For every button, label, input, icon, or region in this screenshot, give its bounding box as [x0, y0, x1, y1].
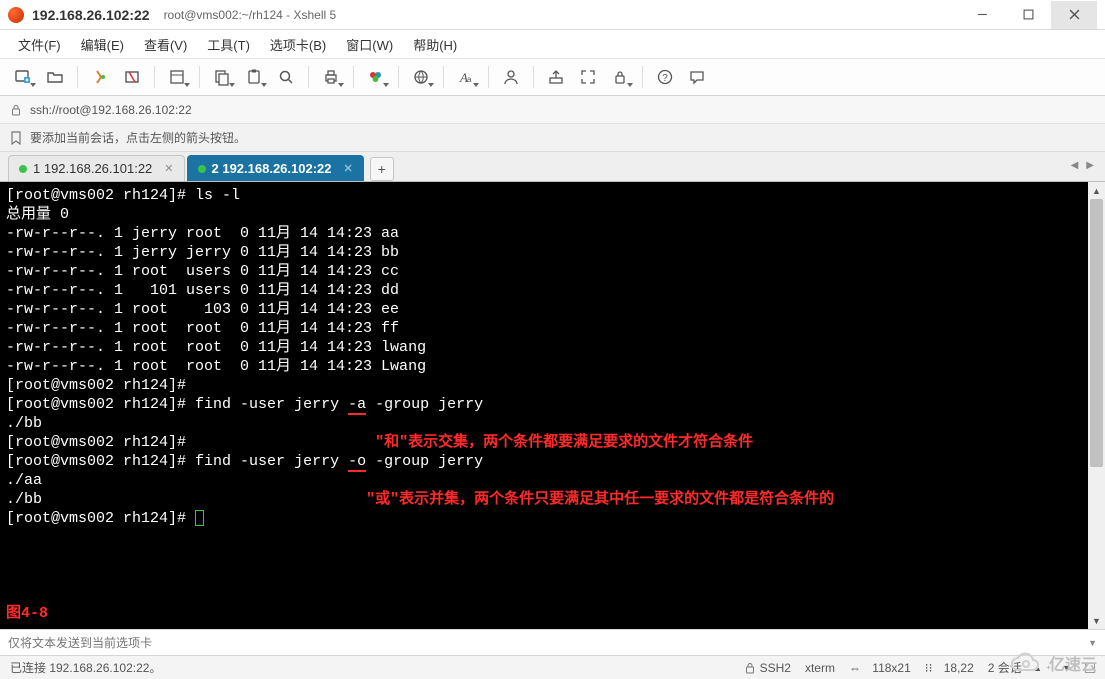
session-tab-1[interactable]: 1 192.168.26.101:22 ✕: [8, 155, 185, 181]
toolbar-separator: [488, 66, 489, 88]
close-button[interactable]: [1051, 1, 1097, 29]
window-subtitle: root@vms002:~/rh124 - Xshell 5: [164, 8, 337, 22]
tab-prev-icon[interactable]: ◀: [1068, 158, 1082, 173]
session-tab-2[interactable]: 2 192.168.26.102:22 ✕: [187, 155, 364, 181]
hint-text: 要添加当前会话，点击左侧的箭头按钮。: [30, 129, 246, 146]
maximize-button[interactable]: [1005, 1, 1051, 29]
session-tab-label: 1 192.168.26.101:22: [33, 161, 152, 176]
status-protocol: SSH2: [744, 661, 791, 675]
status-dot-icon: [198, 165, 206, 173]
status-term-type: xterm: [805, 661, 835, 675]
status-cursor-pos: ⁝⁝ 18,22: [925, 661, 974, 675]
menu-edit[interactable]: 编辑(E): [73, 32, 132, 57]
annotation-or: "或"表示并集，两个条件只要满足其中任一要求的文件都是符合条件的: [366, 491, 834, 508]
window-title: 192.168.26.102:22: [32, 7, 150, 23]
upload-button[interactable]: [541, 62, 571, 92]
reconnect-button[interactable]: [85, 62, 115, 92]
toolbar-separator: [199, 66, 200, 88]
copy-button[interactable]: [207, 62, 237, 92]
menu-tools[interactable]: 工具(T): [199, 32, 258, 57]
menu-view[interactable]: 查看(V): [136, 32, 195, 57]
add-tab-button[interactable]: +: [370, 157, 394, 181]
status-dot-icon: [19, 165, 27, 173]
tab-close-icon[interactable]: ✕: [344, 162, 353, 175]
status-connection: 已连接 192.168.26.102:22。: [10, 659, 161, 676]
status-sessions: 2 会话 ▲+ ▼: [988, 659, 1071, 676]
toolbar-separator: [533, 66, 534, 88]
menu-bar: 文件(F) 编辑(E) 查看(V) 工具(T) 选项卡(B) 窗口(W) 帮助(…: [0, 30, 1105, 58]
lock-icon: [10, 104, 22, 116]
address-text[interactable]: ssh://root@192.168.26.102:22: [30, 103, 1095, 117]
toolbar-separator: [398, 66, 399, 88]
svg-text:a: a: [467, 75, 472, 84]
svg-text:?: ?: [662, 73, 668, 84]
scroll-down-icon[interactable]: ▼: [1088, 612, 1105, 629]
address-bar: ssh://root@192.168.26.102:22: [0, 96, 1105, 124]
hint-bar: 要添加当前会话，点击左侧的箭头按钮。: [0, 124, 1105, 152]
fullscreen-button[interactable]: [573, 62, 603, 92]
lock-icon: [744, 662, 756, 674]
minimize-button[interactable]: [959, 1, 1005, 29]
send-dropdown-icon[interactable]: ▼: [1088, 638, 1097, 648]
paste-button[interactable]: [239, 62, 269, 92]
tab-next-icon[interactable]: ▶: [1083, 158, 1097, 173]
status-term-size: ⇔ 118x21: [849, 661, 911, 675]
toolbar-separator: [443, 66, 444, 88]
toolbar-separator: [77, 66, 78, 88]
send-bar: ▼: [0, 629, 1105, 655]
menu-window[interactable]: 窗口(W): [338, 32, 401, 57]
print-button[interactable]: [316, 62, 346, 92]
toolbar: Aa ?: [0, 58, 1105, 96]
lock-button[interactable]: [605, 62, 635, 92]
user-button[interactable]: [496, 62, 526, 92]
properties-button[interactable]: [162, 62, 192, 92]
terminal[interactable]: [root@vms002 rh124]# ls -l 总用量 0 -rw-r--…: [0, 182, 1088, 629]
cursor-icon: [195, 510, 204, 526]
color-scheme-button[interactable]: [361, 62, 391, 92]
menu-help[interactable]: 帮助(H): [405, 32, 465, 57]
toolbar-separator: [154, 66, 155, 88]
toolbar-separator: [308, 66, 309, 88]
disconnect-button[interactable]: [117, 62, 147, 92]
status-cap: [1085, 663, 1095, 673]
help-button[interactable]: ?: [650, 62, 680, 92]
annotation-and: "和"表示交集，两个条件都要满足要求的文件才符合条件: [375, 434, 753, 451]
session-tab-label: 2 192.168.26.102:22: [212, 161, 332, 176]
scroll-up-icon[interactable]: ▲: [1088, 182, 1105, 199]
open-button[interactable]: [40, 62, 70, 92]
toolbar-separator: [353, 66, 354, 88]
and-operator: -a: [348, 396, 366, 413]
chat-button[interactable]: [682, 62, 712, 92]
menu-tab[interactable]: 选项卡(B): [262, 32, 334, 57]
scroll-thumb[interactable]: [1088, 199, 1105, 612]
find-button[interactable]: [271, 62, 301, 92]
encoding-button[interactable]: [406, 62, 436, 92]
toolbar-separator: [642, 66, 643, 88]
scrollbar[interactable]: ▲ ▼: [1088, 182, 1105, 629]
title-bar: 192.168.26.102:22 root@vms002:~/rh124 - …: [0, 0, 1105, 30]
menu-file[interactable]: 文件(F): [10, 32, 69, 57]
or-operator: -o: [348, 453, 366, 470]
font-button[interactable]: Aa: [451, 62, 481, 92]
tab-close-icon[interactable]: ✕: [164, 162, 173, 175]
app-logo-icon: [8, 7, 24, 23]
figure-label: 图4-8: [6, 605, 48, 622]
session-tab-strip: 1 192.168.26.101:22 ✕ 2 192.168.26.102:2…: [0, 152, 1105, 182]
send-input[interactable]: [8, 636, 1082, 650]
status-bar: 已连接 192.168.26.102:22。 SSH2 xterm ⇔ 118x…: [0, 655, 1105, 679]
new-session-button[interactable]: [8, 62, 38, 92]
bookmark-icon[interactable]: [10, 131, 22, 145]
